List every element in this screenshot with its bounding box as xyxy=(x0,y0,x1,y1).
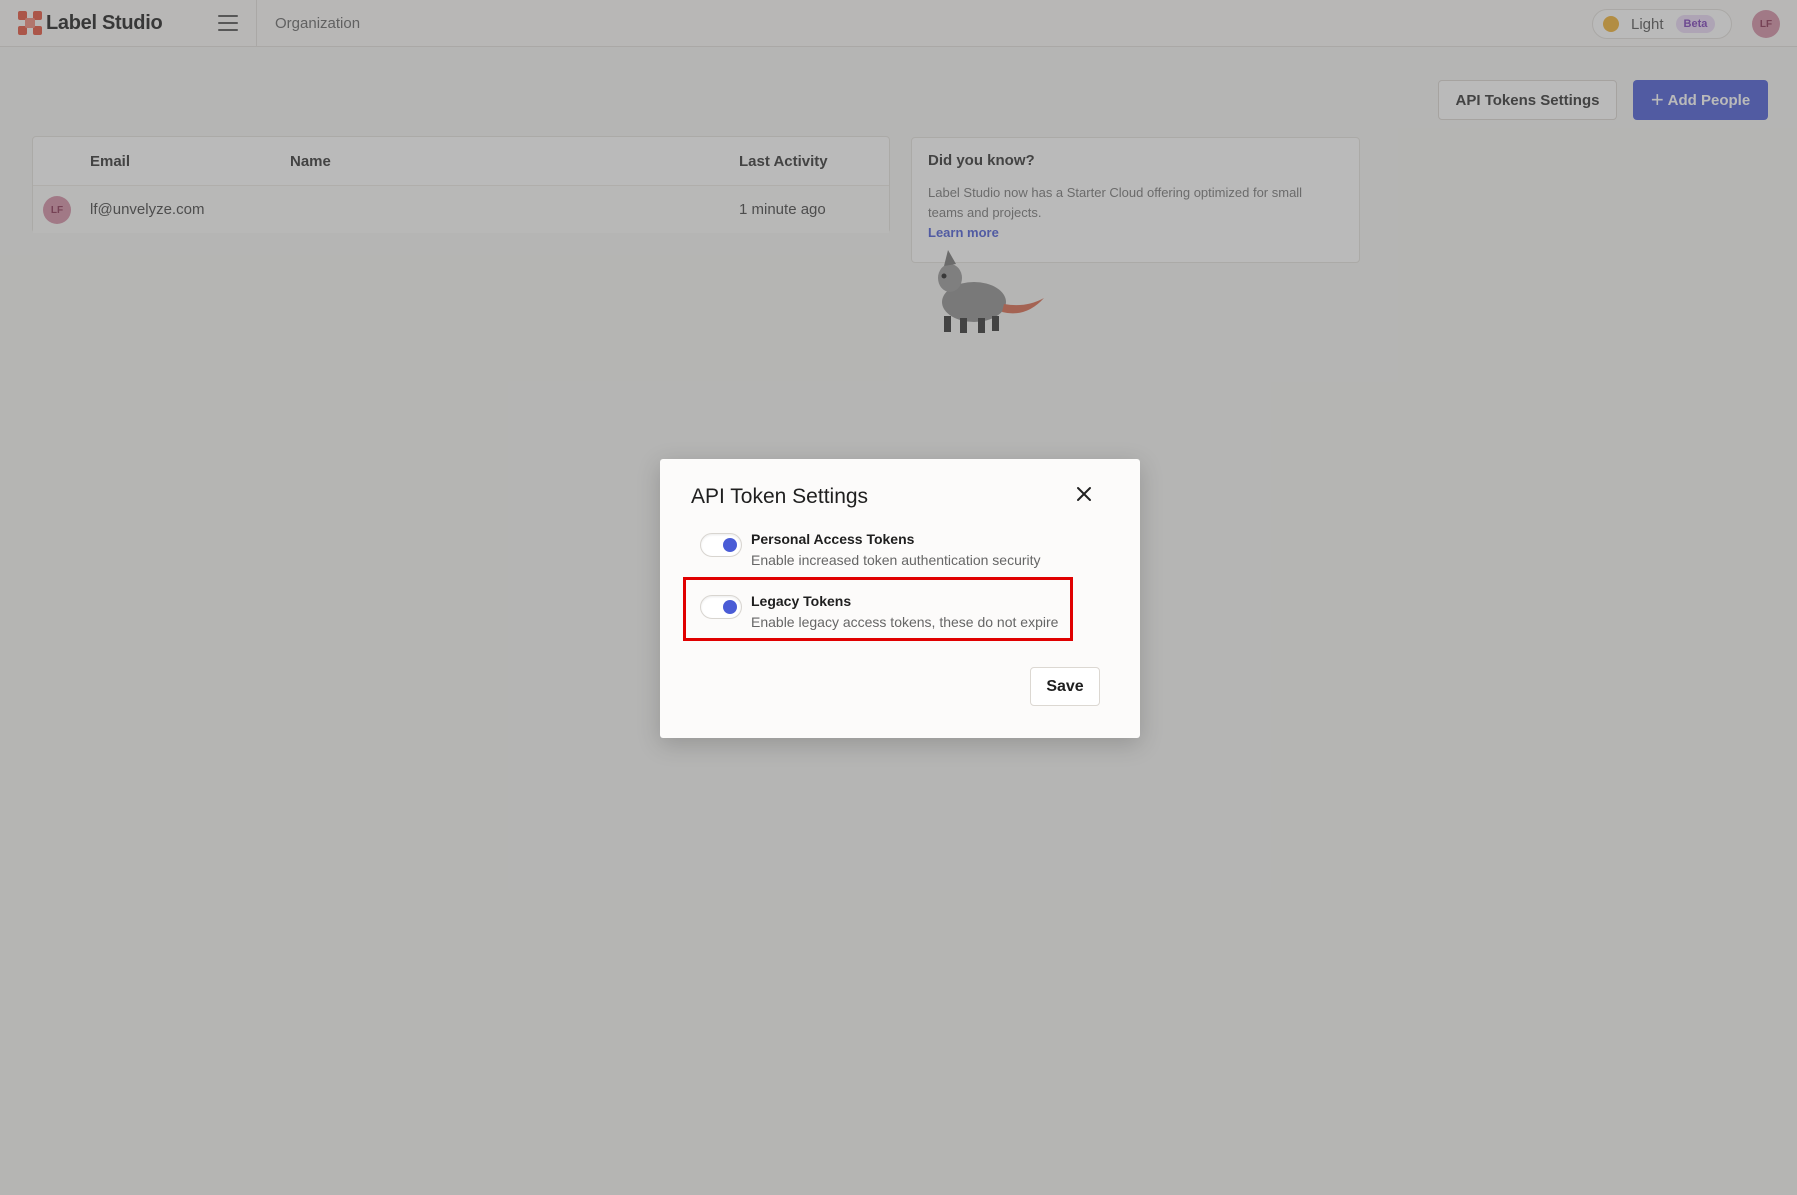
highlight-annotation-box xyxy=(683,577,1073,641)
close-button[interactable] xyxy=(1059,475,1109,513)
save-button[interactable]: Save xyxy=(1030,667,1100,706)
close-icon xyxy=(1077,487,1091,501)
personal-access-tokens-description: Enable increased token authentication se… xyxy=(751,552,1041,568)
personal-access-tokens-label: Personal Access Tokens xyxy=(751,531,915,547)
personal-access-tokens-setting: Personal Access Tokens Enable increased … xyxy=(700,528,1100,576)
toggle-knob xyxy=(723,538,737,552)
modal-title: API Token Settings xyxy=(691,485,869,508)
personal-access-tokens-toggle[interactable] xyxy=(700,533,742,557)
api-token-settings-modal: API Token Settings Personal Access Token… xyxy=(660,459,1140,738)
